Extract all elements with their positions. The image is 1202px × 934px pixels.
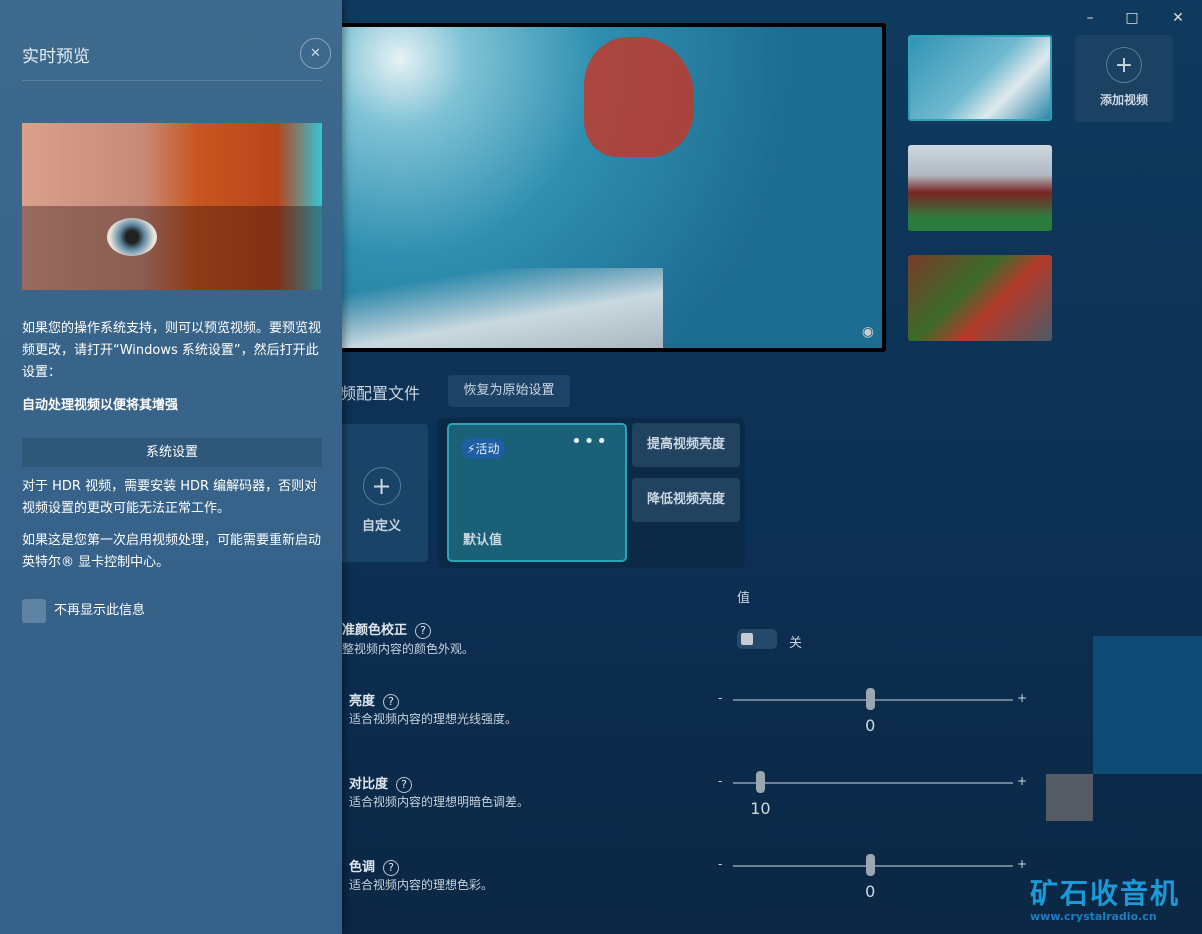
- slider-desc: 适合视频内容的理想明暗色调差。: [349, 795, 530, 809]
- increase-brightness-preset[interactable]: 提高视频亮度: [632, 423, 740, 467]
- slider-thumb[interactable]: [866, 688, 876, 710]
- custom-profile-button[interactable]: + 自定义: [335, 424, 428, 562]
- decrease-brightness-preset[interactable]: 降低视频亮度: [632, 478, 740, 522]
- hdr-info-text: 对于 HDR 视频，需要安装 HDR 编解码器，否则对视频设置的更改可能无法正常…: [22, 479, 318, 516]
- slider-label: 对比度?: [349, 773, 413, 793]
- minus-label: -: [718, 857, 723, 871]
- preview-info-text: 如果您的操作系统支持，则可以预览视频。要预览视频更改，请打开“Windows 系…: [22, 321, 322, 380]
- live-preview-panel: 实时预览 ✕ 如果您的操作系统支持，则可以预览视频。要预览视频更改，请打开“Wi…: [0, 0, 342, 934]
- custom-label: 自定义: [361, 519, 401, 534]
- minimize-icon[interactable]: –: [1070, 4, 1110, 32]
- close-icon[interactable]: ✕: [1158, 4, 1198, 32]
- minus-label: -: [718, 774, 723, 788]
- slider-thumb[interactable]: [756, 771, 766, 793]
- slider-desc: 适合视频内容的理想光线强度。: [349, 712, 518, 726]
- help-icon[interactable]: ?: [383, 694, 400, 710]
- eye-icon[interactable]: ◉: [862, 324, 874, 340]
- eye-preview-image: [22, 123, 322, 290]
- restart-info-text: 如果这是您第一次启用视频处理，可能需要重新启动英特尔® 显卡控制中心。: [22, 533, 322, 570]
- add-video-button[interactable]: + 添加视频: [1075, 35, 1173, 122]
- plus-label: +: [1017, 691, 1028, 705]
- enhance-setting-name: 自动处理视频以便将其增强: [22, 398, 179, 413]
- add-video-label: 添加视频: [1099, 93, 1148, 107]
- plus-icon: +: [362, 467, 401, 505]
- more-options-icon[interactable]: •••: [571, 431, 609, 452]
- thumbnail-snowboard[interactable]: [908, 35, 1052, 121]
- plus-icon: +: [1106, 47, 1142, 83]
- watermark: 矿石收音机 www.crystalradio.cn: [1030, 877, 1181, 923]
- maximize-icon[interactable]: □: [1112, 4, 1152, 32]
- dont-show-label: 不再显示此信息: [54, 603, 146, 618]
- active-badge-label: 活动: [475, 442, 500, 456]
- video-preview: ◉: [330, 23, 886, 352]
- snowboarder-image: [334, 27, 882, 348]
- close-panel-icon[interactable]: ✕: [300, 38, 331, 69]
- default-profile-card[interactable]: ⚡活动 ••• 默认值: [447, 423, 627, 562]
- thumbnail-market[interactable]: [908, 255, 1052, 341]
- help-icon[interactable]: ?: [415, 623, 432, 639]
- toggle-state: 关: [789, 636, 803, 651]
- slider-value: 0: [865, 716, 876, 735]
- value-header: 值: [737, 591, 751, 606]
- plus-label: +: [1017, 774, 1028, 788]
- divider: [22, 80, 322, 81]
- background-block: [1093, 636, 1202, 774]
- help-icon[interactable]: ?: [383, 860, 400, 876]
- slider-value: 10: [750, 799, 771, 818]
- plus-label: +: [1017, 857, 1028, 871]
- slider-value: 0: [865, 882, 876, 901]
- dont-show-checkbox[interactable]: [22, 599, 46, 623]
- background-block: [1046, 774, 1093, 821]
- default-label: 默认值: [463, 533, 503, 548]
- slider-label: 亮度?: [349, 690, 400, 710]
- system-settings-button[interactable]: 系统设置: [22, 438, 322, 467]
- help-icon[interactable]: ?: [396, 777, 413, 793]
- slider-desc: 适合视频内容的理想色彩。: [349, 878, 494, 892]
- panel-title: 实时预览: [22, 47, 90, 67]
- restore-defaults-button[interactable]: 恢复为原始设置: [448, 375, 570, 407]
- thumbnail-people[interactable]: [908, 145, 1052, 231]
- color-correction-label: 准颜色校正?: [342, 619, 432, 639]
- profiles-title: 频配置文件: [340, 384, 421, 403]
- minus-label: -: [718, 691, 723, 705]
- slider-label: 色调?: [349, 856, 400, 876]
- slider-track[interactable]: [733, 782, 1013, 784]
- color-correction-desc: 整视频内容的颜色外观。: [342, 642, 475, 656]
- slider-thumb[interactable]: [866, 854, 876, 876]
- color-correction-toggle[interactable]: [737, 629, 777, 649]
- active-badge: ⚡活动: [461, 438, 506, 459]
